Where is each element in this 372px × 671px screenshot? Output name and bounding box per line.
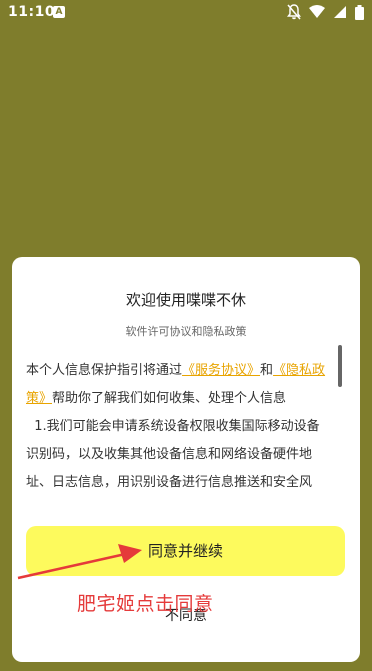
wifi-icon <box>309 5 325 18</box>
agreement-scrollbar[interactable] <box>338 345 342 387</box>
intro-prefix: 本个人信息保护指引将通过 <box>26 363 183 378</box>
signal-icon <box>334 6 346 18</box>
status-time: 11:10 <box>8 4 56 20</box>
annotation-label: 肥宅姬点击同意 <box>77 593 214 615</box>
status-icons <box>287 4 364 20</box>
notifications-off-icon <box>287 4 301 20</box>
service-agreement-link[interactable]: 《服务协议》 <box>182 363 260 378</box>
notification-app-icon: A <box>53 6 65 18</box>
and-text: 和 <box>260 363 274 378</box>
agreement-text[interactable]: 本个人信息保护指引将通过《服务协议》和《隐私政策》帮助你了解我们如何收集、处理个… <box>26 357 332 505</box>
permission-item-1: 1.我们可能会申请系统设备权限收集国际移动设备识别码，以及收集其他设备信息和网络… <box>26 413 332 497</box>
dialog-title: 欢迎使用喋喋不休 <box>125 291 246 309</box>
permission-item-1-text: 1.我们可能会申请系统设备权限收集国际移动设备识别码，以及收集其他设备信息和网络… <box>26 419 320 490</box>
dialog-subtitle: 软件许可协议和隐私政策 <box>125 325 247 338</box>
agree-continue-button[interactable]: 同意并继续 <box>26 526 345 576</box>
intro-suffix: 帮助你了解我们如何收集、处理个人信息 <box>52 391 287 406</box>
status-bar: 11:10 A <box>0 0 372 26</box>
battery-icon <box>355 4 364 20</box>
intro-paragraph: 本个人信息保护指引将通过《服务协议》和《隐私政策》帮助你了解我们如何收集、处理个… <box>26 357 332 413</box>
